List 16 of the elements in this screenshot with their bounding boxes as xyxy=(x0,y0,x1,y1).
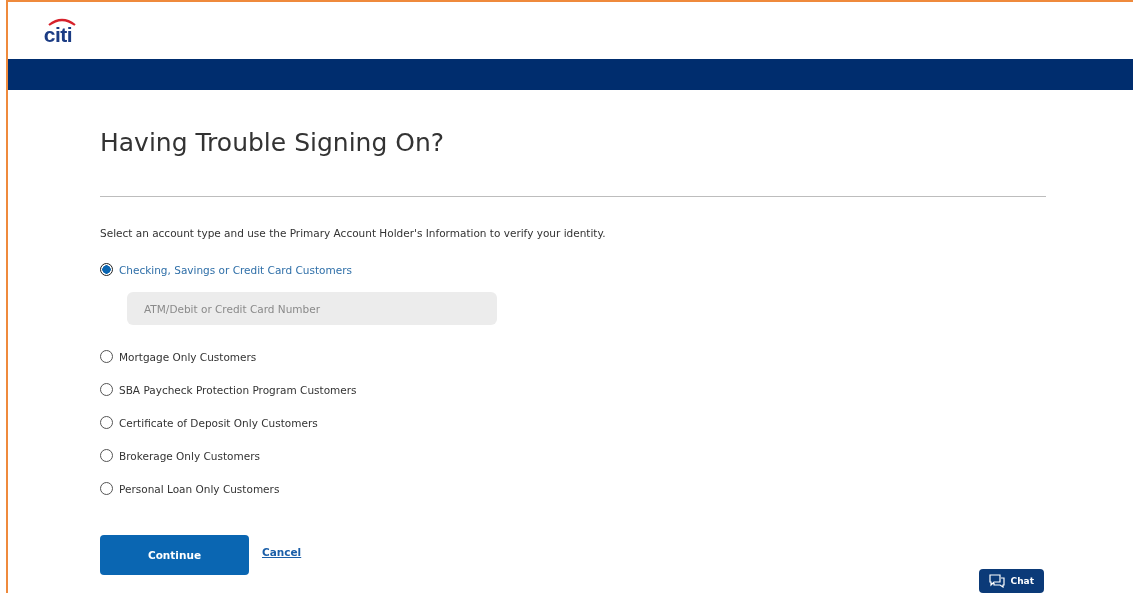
option-label[interactable]: Personal Loan Only Customers xyxy=(119,482,280,495)
page-title: Having Trouble Signing On? xyxy=(100,128,446,158)
chat-bubbles-icon xyxy=(988,574,1005,588)
option-label[interactable]: Certificate of Deposit Only Customers xyxy=(119,416,318,429)
option-label[interactable]: Checking, Savings or Credit Card Customers xyxy=(119,263,352,276)
instruction-text: Select an account type and use the Primary Account Holder's Information to verify your identity. xyxy=(100,227,607,239)
option-label[interactable]: Brokerage Only Customers xyxy=(119,449,260,462)
radio-button[interactable] xyxy=(100,263,113,276)
card-number-field[interactable]: ATM/Debit or Credit Card Number xyxy=(127,292,497,325)
chat-button[interactable]: Chat xyxy=(978,569,1044,593)
logo: citi xyxy=(43,27,73,42)
continue-button[interactable]: Continue xyxy=(100,535,249,575)
option-label[interactable]: SBA Paycheck Protection Program Customers xyxy=(119,383,357,396)
cancel-link[interactable]: Cancel xyxy=(262,546,302,558)
option-label[interactable]: Mortgage Only Customers xyxy=(119,350,257,363)
logo-arc-icon xyxy=(47,18,77,26)
